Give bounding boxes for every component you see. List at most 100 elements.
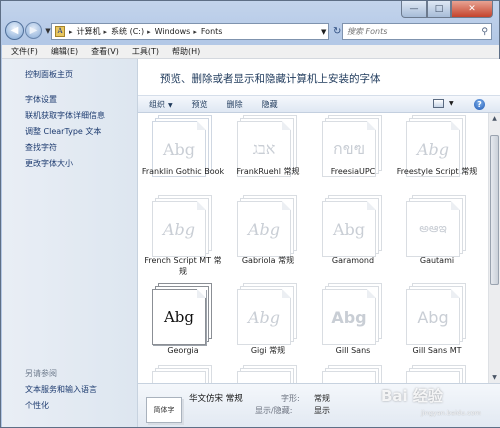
chevron-down-icon: ▼ <box>449 100 454 107</box>
scroll-up-button[interactable]: ▲ <box>489 113 500 124</box>
scroll-thumb[interactable] <box>490 135 499 285</box>
font-name: Gautami <box>419 256 455 265</box>
right-arrow-icon: ▶ <box>29 25 38 36</box>
breadcrumb-separator[interactable]: ▸ <box>104 28 108 36</box>
refresh-button[interactable]: ↻ <box>333 23 341 40</box>
link-font-info-online[interactable]: 联机获取字体详细信息 <box>25 110 105 121</box>
breadcrumb-separator[interactable]: ▸ <box>69 28 73 36</box>
maximize-icon: □ <box>434 4 444 14</box>
breadcrumb-separator[interactable]: ▸ <box>193 28 197 36</box>
font-sample: กขฃ <box>333 138 365 158</box>
help-button[interactable]: ? <box>474 99 485 110</box>
preview-button[interactable]: 预览 <box>192 99 208 110</box>
breadcrumb-drive-c[interactable]: 系统 (C:) <box>111 26 144 37</box>
font-name: Gabriola 常规 <box>241 256 295 265</box>
chevron-down-icon: ▼ <box>321 27 327 36</box>
font-sample: Abg <box>163 308 195 326</box>
font-sample: Abg <box>247 219 281 239</box>
search-icon[interactable]: ⚲ <box>481 27 488 37</box>
link-change-font-size[interactable]: 更改字体大小 <box>25 158 73 169</box>
font-sample: Abg <box>331 307 367 327</box>
font-name: French Script MT 常规 <box>144 256 222 276</box>
link-personalization[interactable]: 个性化 <box>25 400 49 411</box>
font-name: Gigi 常规 <box>250 346 286 355</box>
font-name: Georgia <box>167 346 199 355</box>
maximize-button[interactable]: □ <box>427 1 451 18</box>
explorer-window: — □ ✕ ◀ ▶ ▼ A ▸ 计算机 ▸ 系统 (C:) ▸ Windows … <box>0 0 500 428</box>
menu-file[interactable]: 文件(F) <box>11 46 38 57</box>
font-preview: Abg <box>237 283 297 345</box>
navigation-buttons: ◀ ▶ ▼ <box>5 21 53 40</box>
delete-button[interactable]: 删除 <box>227 99 243 110</box>
address-history-dropdown[interactable]: ▼ <box>321 23 331 40</box>
font-sample: Abg <box>417 307 449 327</box>
font-preview: Abg <box>322 283 382 345</box>
font-preview: Abg <box>152 283 212 345</box>
left-arrow-icon: ◀ <box>10 25 19 36</box>
link-control-panel-home[interactable]: 控制面板主页 <box>25 69 73 80</box>
back-button[interactable]: ◀ <box>5 21 24 40</box>
font-name: Garamond <box>331 256 375 265</box>
forward-button[interactable]: ▶ <box>25 22 42 39</box>
breadcrumb-windows[interactable]: Windows <box>155 27 191 36</box>
font-sample: Abg <box>247 307 281 327</box>
font-name: Gill Sans MT <box>412 346 462 355</box>
help-icon: ? <box>477 100 482 109</box>
font-sample: אבג <box>252 139 276 158</box>
chevron-down-icon: ▼ <box>45 26 51 35</box>
thumbnail-text: 简体字 <box>153 406 175 414</box>
font-preview: Abg <box>322 195 382 257</box>
minimize-button[interactable]: — <box>401 1 427 18</box>
close-button[interactable]: ✕ <box>451 1 493 18</box>
font-sample: Abg <box>162 219 196 239</box>
visibility-value: 显示 <box>314 406 330 415</box>
menu-tools[interactable]: 工具(T) <box>132 46 159 57</box>
search-box[interactable]: ⚲ <box>342 23 492 40</box>
details-pane: 简体字 华文仿宋 常规 字形: 常规 显示/隐藏: 显示 <box>138 383 500 427</box>
breadcrumb-separator[interactable]: ▸ <box>147 28 151 36</box>
view-icon <box>433 99 444 108</box>
menu-bar: 文件(F) 编辑(E) 查看(V) 工具(T) 帮助(H) <box>2 45 499 59</box>
breadcrumb-computer[interactable]: 计算机 <box>77 26 101 37</box>
link-find-character[interactable]: 查找字符 <box>25 142 57 153</box>
link-text-services[interactable]: 文本服务和输入语言 <box>25 384 97 395</box>
minimize-icon: — <box>409 4 419 14</box>
font-name: Freestyle Script 常规 <box>396 167 478 176</box>
font-name: Franklin Gothic Book <box>141 167 225 176</box>
page-title: 预览、删除或者显示和隐藏计算机上安装的字体 <box>160 73 381 85</box>
link-adjust-cleartype[interactable]: 调整 ClearType 文本 <box>25 126 101 137</box>
visibility-label: 显示/隐藏: <box>255 406 293 415</box>
selected-font-name: 华文仿宋 常规 <box>189 394 243 404</box>
vertical-scrollbar[interactable]: ▲ ▼ <box>488 113 500 383</box>
font-preview: Abg <box>237 195 297 257</box>
change-view-button[interactable]: ▼ <box>433 99 454 108</box>
address-bar[interactable]: A ▸ 计算机 ▸ 系统 (C:) ▸ Windows ▸ Fonts <box>51 23 329 40</box>
selected-font-thumbnail: 简体字 <box>146 397 182 423</box>
font-name: FreesiaUPC <box>330 167 376 176</box>
fonts-folder-icon: A <box>55 26 65 37</box>
breadcrumb-fonts[interactable]: Fonts <box>201 27 223 36</box>
link-font-settings[interactable]: 字体设置 <box>25 94 57 105</box>
see-also-heading: 另请参阅 <box>25 369 57 378</box>
content-header: 预览、删除或者显示和隐藏计算机上安装的字体 <box>138 59 500 95</box>
menu-help[interactable]: 帮助(H) <box>172 46 200 57</box>
menu-view[interactable]: 查看(V) <box>91 46 119 57</box>
hide-button[interactable]: 隐藏 <box>262 99 278 110</box>
font-sample: Abg <box>162 139 196 159</box>
font-style-label: 字形: <box>281 394 300 403</box>
font-grid: Abg Franklin Gothic Book אבג FrankRuehl … <box>138 113 488 383</box>
scroll-down-button[interactable]: ▼ <box>489 372 500 383</box>
organize-button[interactable]: 组织 ▼ <box>149 99 173 110</box>
navigation-pane: 控制面板主页 字体设置 联机获取字体详细信息 调整 ClearType 文本 查… <box>2 59 138 427</box>
search-input[interactable] <box>347 27 467 36</box>
menu-edit[interactable]: 编辑(E) <box>51 46 78 57</box>
font-name: FrankRuehl 常规 <box>236 167 300 176</box>
font-name: Gill Sans <box>335 346 371 355</box>
font-sample: Abg <box>416 139 450 159</box>
font-sample: Abg <box>332 219 366 239</box>
close-icon: ✕ <box>468 4 476 14</box>
font-preview: Abg <box>152 195 212 257</box>
organize-label: 组织 <box>149 99 165 109</box>
command-bar: 组织 ▼ 预览 删除 隐藏 ▼ ? <box>138 95 500 113</box>
caption-buttons: — □ ✕ <box>401 1 493 18</box>
